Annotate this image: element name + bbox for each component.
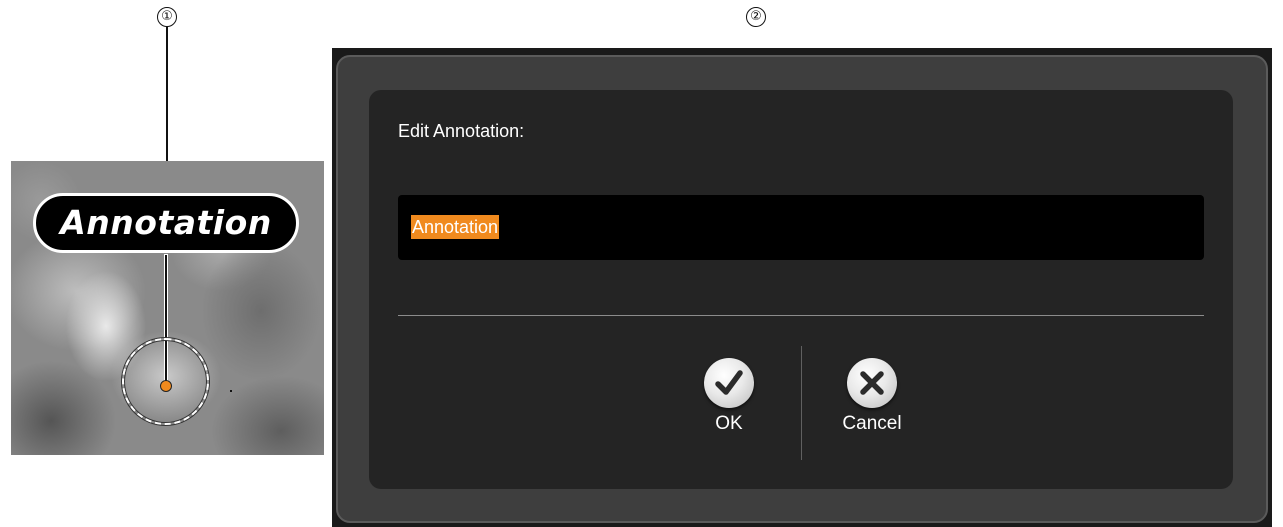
dialog-divider: [398, 315, 1204, 316]
callout-number-2: ②: [746, 7, 766, 27]
ok-button-label: OK: [715, 413, 743, 434]
cancel-button[interactable]: Cancel: [827, 358, 917, 435]
dialog-title: Edit Annotation:: [398, 121, 525, 141]
cancel-button-label: Cancel: [842, 413, 902, 434]
annotation-label[interactable]: Annotation: [33, 193, 299, 253]
callout-number-1: ①: [157, 7, 177, 27]
button-separator: [801, 346, 802, 460]
annotation-preview-image: Annotation: [11, 161, 324, 455]
annotation-text-input[interactable]: Annotation: [398, 195, 1204, 260]
selected-input-text[interactable]: Annotation: [411, 215, 500, 239]
image-speck: [230, 390, 232, 392]
annotation-anchor-dot[interactable]: [160, 380, 172, 392]
checkmark-icon: [704, 358, 754, 408]
ok-button[interactable]: OK: [684, 358, 774, 435]
x-icon: [847, 358, 897, 408]
